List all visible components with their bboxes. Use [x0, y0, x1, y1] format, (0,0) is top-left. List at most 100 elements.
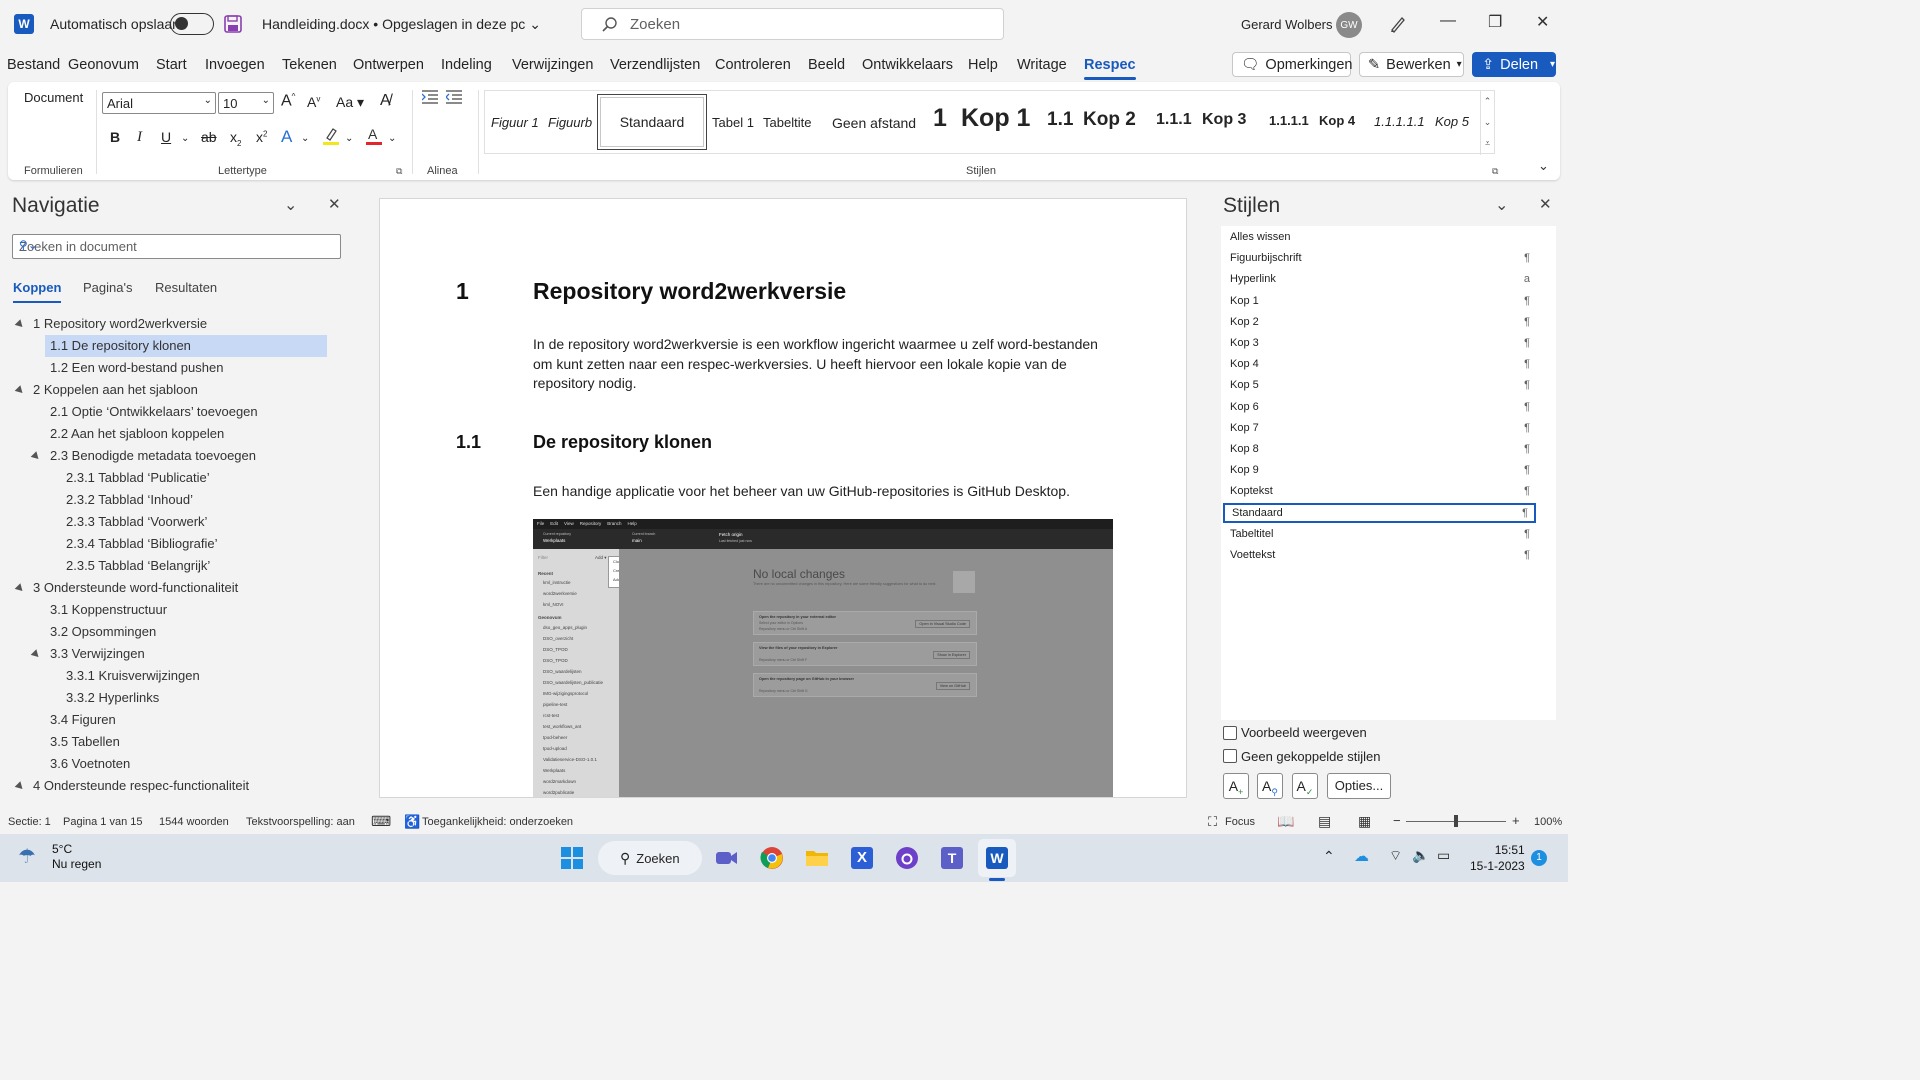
style-kop2[interactable]: Kop 2 — [1083, 109, 1136, 131]
chevron-down-icon[interactable]: ⌄ — [345, 133, 353, 144]
onedrive-icon[interactable]: ☁ — [1354, 847, 1369, 865]
heading-item[interactable]: 3.6 Voetnoten — [50, 753, 130, 775]
share-button[interactable]: ⇪ Delen ▾ — [1472, 52, 1556, 77]
heading-item[interactable]: 2 Koppelen aan het sjabloon — [33, 379, 198, 401]
heading-item[interactable]: 3.5 Tabellen — [50, 731, 120, 753]
minimize-icon[interactable]: — — [1440, 12, 1456, 30]
expand-collapse-icon[interactable] — [14, 319, 26, 330]
tab-writage[interactable]: Writage — [1017, 57, 1067, 73]
user-name[interactable]: Gerard Wolbers — [1241, 17, 1333, 32]
page-indicator[interactable]: Pagina 1 van 15 — [63, 816, 143, 828]
text-prediction-status[interactable]: Tekstvoorspelling: aan — [246, 816, 355, 828]
word-count[interactable]: 1544 woorden — [159, 816, 229, 828]
new-style-button[interactable]: A+ — [1223, 773, 1249, 799]
indent-decrease-icon[interactable] — [446, 90, 462, 104]
chevron-up-icon[interactable]: ⌃ — [1323, 848, 1335, 865]
edit-mode-button[interactable]: ✎ Bewerken ▾ — [1359, 52, 1464, 77]
expand-collapse-icon[interactable] — [30, 451, 42, 462]
font-color-icon[interactable]: A — [365, 126, 383, 146]
italic-icon[interactable]: I — [137, 129, 142, 146]
xampp-app-icon[interactable]: X — [845, 841, 879, 875]
strikethrough-icon[interactable]: ab — [201, 129, 217, 145]
heading-item[interactable]: 2.3.4 Tabblad ‘Bibliografie’ — [66, 533, 218, 555]
weather-widget[interactable]: 5°C Nu regen — [52, 842, 101, 871]
heading-item[interactable]: 1 Repository word2werkversie — [33, 313, 207, 335]
collapse-ribbon-icon[interactable]: ⌄ — [1538, 158, 1549, 174]
expand-collapse-icon[interactable] — [14, 385, 26, 396]
section-indicator[interactable]: Sectie: 1 — [8, 816, 51, 828]
zoom-slider-thumb[interactable] — [1454, 815, 1458, 827]
search-icon[interactable]: ⚲⌄ — [19, 238, 336, 252]
read-mode-icon[interactable]: 📖 — [1277, 813, 1294, 830]
style-kop3-number[interactable]: 1.1.1 — [1156, 111, 1192, 129]
style-kop1[interactable]: Kop 1 — [961, 104, 1030, 133]
heading-item[interactable]: 3.2 Opsommingen — [50, 621, 156, 643]
close-icon[interactable]: ✕ — [1536, 12, 1549, 32]
font-name-select[interactable]: Arial ⌄ — [102, 92, 216, 114]
tab-ontwerpen[interactable]: Ontwerpen — [353, 57, 424, 73]
heading-item[interactable]: 1.2 Een word-bestand pushen — [50, 357, 223, 379]
tab-beeld[interactable]: Beeld — [808, 57, 845, 73]
style-item[interactable]: Kop 9 ¶ — [1223, 460, 1536, 480]
chevron-down-icon[interactable]: ⌄ — [301, 133, 309, 144]
expand-gallery-icon[interactable]: ⩡ — [1481, 133, 1494, 154]
battery-icon[interactable]: ▭ — [1437, 847, 1450, 864]
tab-paginas[interactable]: Pagina's — [83, 280, 132, 295]
style-geen-afstand[interactable]: Geen afstand — [832, 115, 916, 131]
dialog-launcher-icon[interactable]: ⧉ — [1492, 166, 1498, 177]
style-item[interactable]: Tabeltitel ¶ — [1223, 524, 1536, 544]
macro-icon[interactable]: ⌨ — [371, 813, 391, 830]
highlight-color-icon[interactable] — [322, 126, 340, 146]
style-item[interactable]: Kop 4 ¶ — [1223, 354, 1536, 374]
heading-item[interactable]: 2.3.2 Tabblad ‘Inhoud’ — [66, 489, 193, 511]
close-icon[interactable]: ✕ — [328, 195, 341, 213]
scrollbar[interactable] — [1195, 198, 1205, 798]
style-item[interactable]: Koptekst ¶ — [1223, 481, 1536, 501]
teams-app-icon[interactable]: T — [935, 841, 969, 875]
tab-indeling[interactable]: Indeling — [441, 57, 492, 73]
tab-resultaten[interactable]: Resultaten — [155, 280, 217, 295]
web-layout-icon[interactable]: ▦ — [1358, 813, 1371, 830]
style-kop4-number[interactable]: 1.1.1.1 — [1269, 113, 1309, 128]
search-input[interactable]: Zoeken in document ⚲⌄ — [12, 234, 341, 259]
tab-bestand[interactable]: Bestand — [7, 57, 60, 73]
style-tabel-number[interactable]: Tabel 1 — [712, 115, 754, 130]
heading-item[interactable]: 2.3.3 Tabblad ‘Voorwerk’ — [66, 511, 207, 533]
style-kop5[interactable]: Kop 5 — [1435, 114, 1469, 129]
search-box[interactable]: Zoeken — [581, 8, 1004, 40]
zoom-out-icon[interactable]: − — [1393, 813, 1401, 828]
underline-icon[interactable]: U — [161, 129, 171, 145]
tab-verwijzingen[interactable]: Verwijzingen — [512, 57, 593, 73]
accessibility-status[interactable]: Toegankelijkheid: onderzoeken — [422, 816, 573, 828]
tab-ontwikkelaars[interactable]: Ontwikkelaars — [862, 57, 953, 73]
restore-icon[interactable]: ❐ — [1488, 12, 1502, 32]
autosave-toggle[interactable] — [170, 13, 214, 35]
tab-koppen[interactable]: Koppen — [13, 280, 62, 303]
subscript-icon[interactable]: x2 — [230, 129, 241, 148]
style-item[interactable]: Kop 1 ¶ — [1223, 291, 1536, 311]
weather-icon[interactable]: ☂ — [18, 844, 36, 869]
document-page[interactable]: 1 Repository word2werkversie In de repos… — [379, 198, 1187, 798]
close-icon[interactable]: ✕ — [1539, 195, 1552, 213]
zoom-level[interactable]: 100% — [1534, 816, 1562, 828]
taskbar-search[interactable]: ⚲ Zoeken — [598, 841, 702, 875]
word-app-taskbar-icon[interactable]: W — [978, 839, 1016, 877]
style-kop4[interactable]: Kop 4 — [1319, 113, 1355, 128]
expand-collapse-icon[interactable] — [14, 781, 26, 792]
heading-item[interactable]: 3.4 Figuren — [50, 709, 116, 731]
heading-item[interactable]: 4 Ondersteunde respec-functionaliteit — [33, 775, 249, 797]
heading-item[interactable]: 2.3 Benodigde metadata toevoegen — [50, 445, 256, 467]
tab-controleren[interactable]: Controleren — [715, 57, 791, 73]
style-kop3[interactable]: Kop 3 — [1202, 111, 1246, 129]
expand-collapse-icon[interactable] — [14, 583, 26, 594]
chevron-down-icon[interactable]: ⌄ — [1495, 195, 1508, 215]
heading-item[interactable]: 2.3.5 Tabblad ‘Belangrijk’ — [66, 555, 210, 577]
chevron-up-icon[interactable]: ⌃ — [1481, 91, 1494, 112]
heading-item[interactable]: 3.1 Koppenstructuur — [50, 599, 167, 621]
style-item[interactable]: Hyperlink a — [1223, 269, 1536, 289]
bold-icon[interactable]: B — [110, 129, 120, 145]
document-title[interactable]: Handleiding.docx • Opgeslagen in deze pc… — [262, 16, 541, 33]
font-size-select[interactable]: 10 ⌄ — [218, 92, 274, 114]
preview-checkbox[interactable] — [1223, 726, 1237, 740]
options-button[interactable]: Opties... — [1327, 773, 1391, 799]
